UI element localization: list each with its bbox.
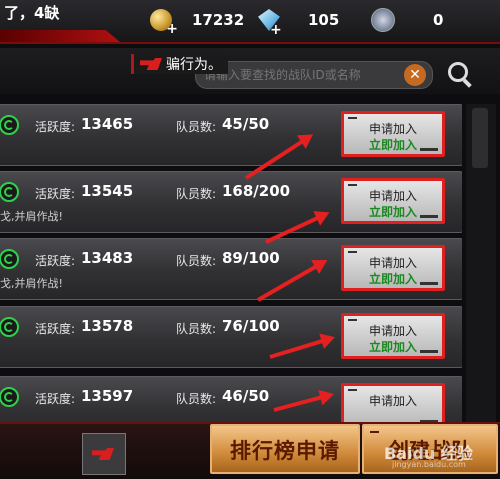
activity-label: 活跃度:	[35, 322, 76, 336]
apply-label: 申请加入	[368, 256, 417, 270]
watermark-url: jingyan.baidu.com	[392, 460, 466, 469]
members-label: 队员数:	[176, 187, 217, 201]
menu-icon	[348, 389, 357, 391]
members-value: 89/100	[222, 249, 280, 267]
members-value: 76/100	[222, 317, 280, 335]
menu-icon	[370, 431, 379, 433]
activity-label: 活跃度:	[35, 120, 76, 134]
apply-join-button[interactable]: 申请加入 立即加入	[341, 313, 445, 359]
menu-icon	[348, 251, 357, 253]
scrollbar-thumb[interactable]	[472, 108, 488, 168]
search-button[interactable]	[446, 60, 474, 88]
warning-text: 骗行为。	[166, 57, 222, 73]
members-label: 队员数:	[176, 322, 217, 336]
button-bar-decoration	[420, 350, 438, 353]
apply-label: 申请加入	[368, 394, 417, 408]
clear-search-button[interactable]: ✕	[404, 64, 426, 86]
activity-value: 13545	[81, 182, 134, 200]
cf-home-button[interactable]	[82, 433, 126, 475]
members-value: 46/50	[222, 387, 270, 405]
apply-join-button[interactable]: 申请加入 立即加入	[341, 245, 445, 291]
members-value: 168/200	[222, 182, 291, 200]
diamond-plus-icon[interactable]: +	[270, 22, 282, 38]
members-label: 队员数:	[176, 392, 217, 406]
rank-apply-button[interactable]: 排行榜申请	[210, 424, 360, 474]
activity-value: 13597	[81, 387, 134, 405]
menu-icon	[348, 319, 357, 321]
members-label: 队员数:	[176, 254, 217, 268]
clan-list[interactable]: 活跃度: 13465 队员数: 45/50 申请加入 立即加入 活跃度: 135…	[0, 104, 462, 424]
clan-icon	[0, 387, 19, 407]
gold-coin-icon	[150, 9, 178, 37]
rank-apply-label: 排行榜申请	[230, 439, 340, 463]
clan-icon	[0, 182, 19, 202]
warning-banner: 骗行为。	[131, 54, 228, 74]
apply-label: 申请加入	[368, 122, 417, 136]
clan-description: 戈,并肩作战!	[0, 210, 63, 223]
medal-badge-icon	[371, 8, 395, 32]
gold-currency[interactable]: 17232	[150, 6, 245, 37]
top-notice-text: 了，4缺	[4, 4, 60, 22]
medal-value: 0	[433, 11, 444, 29]
clan-icon	[0, 249, 19, 269]
activity-label: 活跃度:	[35, 187, 76, 201]
activity-value: 13465	[81, 115, 134, 133]
members-value: 45/50	[222, 115, 270, 133]
activity-value: 13483	[81, 249, 134, 267]
button-bar-decoration	[420, 215, 438, 218]
medal-currency: 0	[371, 6, 443, 34]
clan-row[interactable]: 活跃度: 13465 队员数: 45/50 申请加入 立即加入	[0, 104, 462, 166]
diamond-value: 105	[308, 11, 340, 29]
cf-logo-icon	[140, 58, 162, 70]
clan-row[interactable]: 活跃度: 13483 队员数: 89/100 戈,并肩作战! 申请加入 立即加入	[0, 238, 462, 300]
close-icon: ✕	[409, 67, 421, 83]
clan-row[interactable]: 活跃度: 13545 队员数: 168/200 戈,并肩作战! 申请加入 立即加…	[0, 171, 462, 233]
menu-icon	[348, 117, 357, 119]
clan-description: 戈,并肩作战!	[0, 277, 63, 290]
top-bar: 了，4缺 17232 105 + 0	[0, 0, 500, 44]
list-scrollbar[interactable]	[466, 104, 496, 422]
members-label: 队员数:	[176, 120, 217, 134]
activity-label: 活跃度:	[35, 392, 76, 406]
apply-join-button[interactable]: 申请加入	[341, 383, 445, 424]
top-bar-accent	[0, 30, 120, 42]
button-bar-decoration	[420, 148, 438, 151]
search-box[interactable]	[195, 61, 433, 89]
button-bar-decoration	[420, 282, 438, 285]
clan-row[interactable]: 活跃度: 13597 队员数: 46/50 申请加入	[0, 376, 462, 424]
apply-label: 申请加入	[368, 189, 417, 203]
cf-logo-icon	[92, 448, 114, 460]
clan-icon	[0, 317, 19, 337]
menu-icon	[348, 184, 357, 186]
apply-join-button[interactable]: 申请加入 立即加入	[341, 178, 445, 224]
gold-value: 17232	[192, 11, 245, 29]
apply-label: 申请加入	[368, 324, 417, 338]
apply-join-button[interactable]: 申请加入 立即加入	[341, 111, 445, 157]
clan-icon	[0, 115, 19, 135]
activity-label: 活跃度:	[35, 254, 76, 268]
clan-row[interactable]: 活跃度: 13578 队员数: 76/100 申请加入 立即加入	[0, 306, 462, 368]
activity-value: 13578	[81, 317, 134, 335]
